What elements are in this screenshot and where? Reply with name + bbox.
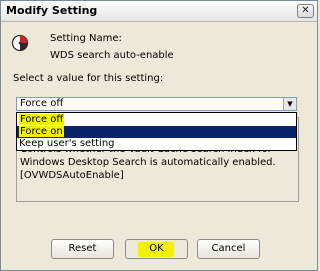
title-bar[interactable]: Modify Setting ✕ (1, 1, 317, 22)
cancel-button[interactable]: Cancel (197, 239, 260, 259)
option-label: Force on (19, 126, 64, 137)
setting-name-value: WDS search auto-enable (50, 50, 174, 61)
option-label: Force off (19, 114, 65, 125)
select-dropdown-list[interactable]: Force off Force on Keep user's setting (16, 112, 297, 151)
dialog-title: Modify Setting (6, 4, 98, 17)
option-keep-user-setting[interactable]: Keep user's setting (17, 138, 296, 150)
select-current-value: Force off (20, 98, 64, 109)
close-button[interactable]: ✕ (297, 4, 314, 18)
option-force-on[interactable]: Force on (17, 126, 296, 138)
modify-setting-dialog: Modify Setting ✕ Setting Name: WDS searc… (0, 0, 318, 271)
option-force-off[interactable]: Force off (17, 114, 296, 126)
close-icon: ✕ (301, 5, 310, 16)
reset-button[interactable]: Reset (51, 239, 114, 259)
select-prompt-label: Select a value for this setting: (13, 73, 164, 84)
option-label: Keep user's setting (19, 138, 115, 149)
setting-icon (11, 34, 29, 52)
chevron-down-icon[interactable]: ▼ (283, 98, 296, 110)
reset-button-label: Reset (68, 243, 97, 254)
ok-button[interactable]: OK (125, 239, 188, 259)
setting-name-label: Setting Name: (50, 33, 122, 44)
setting-value-select[interactable]: Force off ▼ (16, 97, 297, 111)
cancel-button-label: Cancel (211, 243, 246, 254)
ok-button-label: OK (149, 243, 164, 254)
